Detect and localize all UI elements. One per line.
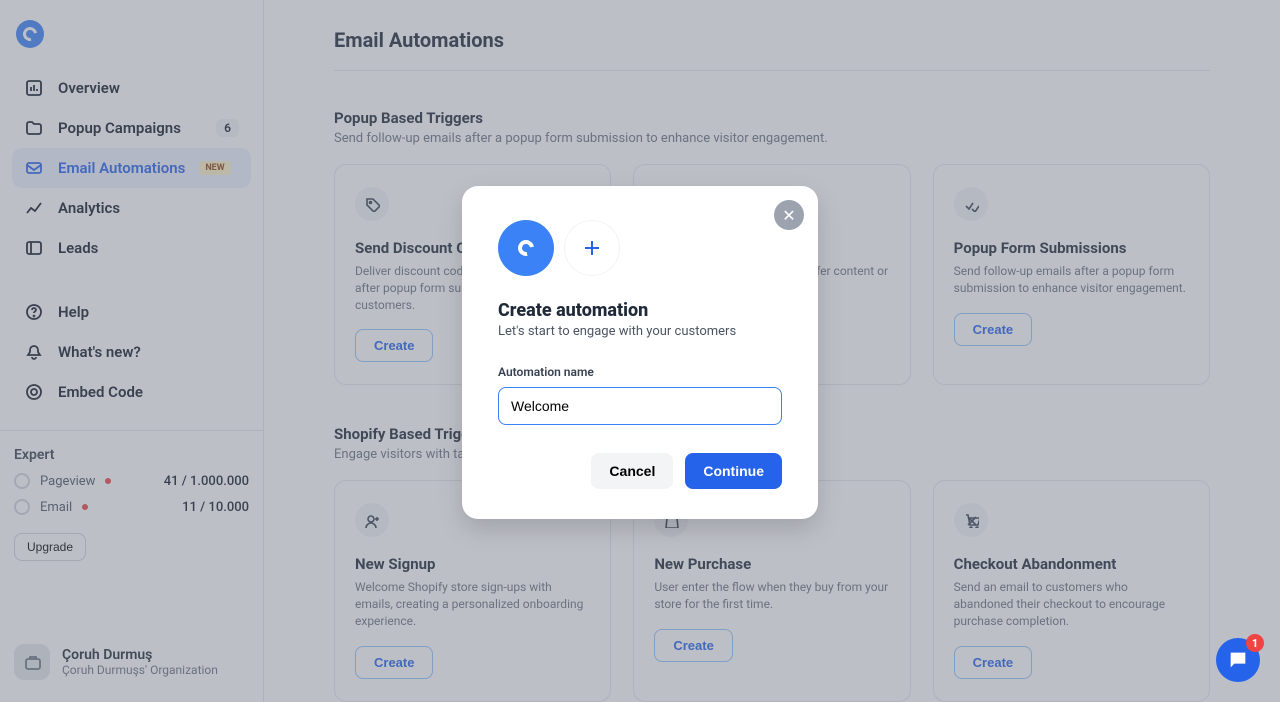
cancel-button[interactable]: Cancel <box>591 453 673 489</box>
input-label: Automation name <box>498 365 782 379</box>
modal-title: Create automation <box>498 300 782 321</box>
plus-icon <box>564 220 620 276</box>
modal-icons <box>498 220 782 276</box>
close-icon: ✕ <box>782 206 795 225</box>
modal-overlay[interactable]: ✕ Create automation Let's start to engag… <box>0 0 1280 702</box>
intercom-launcher[interactable]: 1 <box>1216 638 1260 682</box>
chat-icon <box>1227 649 1249 671</box>
close-button[interactable]: ✕ <box>774 200 804 230</box>
create-automation-modal: ✕ Create automation Let's start to engag… <box>462 186 818 519</box>
modal-subtitle: Let's start to engage with your customer… <box>498 324 782 339</box>
continue-button[interactable]: Continue <box>685 453 782 489</box>
automation-name-input[interactable] <box>498 387 782 425</box>
app-logo-icon <box>498 220 554 276</box>
notification-badge: 1 <box>1246 634 1264 652</box>
